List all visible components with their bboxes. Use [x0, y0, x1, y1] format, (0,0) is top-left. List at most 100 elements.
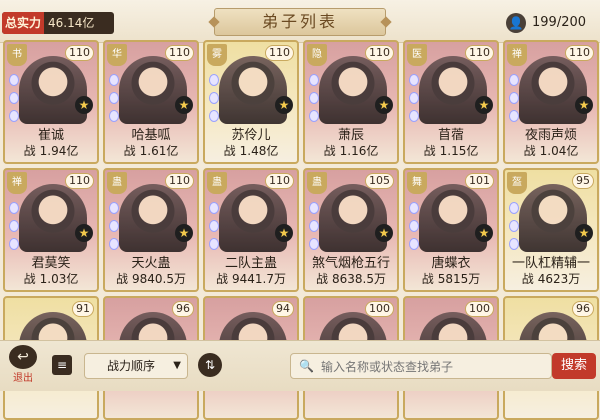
disciple-card[interactable]: 蛊 105 ★ 煞气烟枪五行 战 8638.5万: [303, 168, 399, 292]
disciple-card[interactable]: 华 110 ★ 哈基呱 战 1.61亿: [103, 40, 199, 164]
level-badge: 110: [365, 45, 394, 61]
search-input[interactable]: [319, 356, 549, 378]
star-icon: ★: [275, 224, 293, 242]
disciple-name: 唐蝶衣: [431, 256, 471, 271]
elements-icon: [9, 202, 19, 256]
disciple-card[interactable]: 禅 110 ★ 夜雨声烦 战 1.04亿: [503, 40, 599, 164]
star-icon: ★: [75, 224, 93, 242]
drop-icon: [309, 110, 319, 122]
drop-icon: [509, 110, 519, 122]
power-stat: 战 9840.5万: [105, 270, 197, 288]
star-icon: ★: [475, 224, 493, 242]
faction-badge: 禅: [7, 172, 27, 194]
sort-direction-button[interactable]: ⇅: [198, 353, 222, 377]
drop-icon: [409, 202, 419, 214]
faction-badge: 医: [407, 44, 427, 66]
disciple-card[interactable]: 雾 110 ★ 苏伶儿 战 1.48亿: [203, 40, 299, 164]
star-icon: ★: [175, 96, 193, 114]
disciple-count: 👤 199/200: [506, 12, 596, 34]
faction-badge: 雾: [207, 44, 227, 66]
power-stat: 战 1.15亿: [405, 142, 497, 160]
power-label: 战: [115, 272, 128, 286]
drop-icon: [509, 202, 519, 214]
elements-icon: [509, 202, 519, 256]
level-badge: 110: [165, 45, 194, 61]
power-stat: 战 8638.5万: [305, 270, 397, 288]
elements-icon: [9, 74, 19, 128]
faction-badge: 蛊: [307, 172, 327, 194]
power-value: 4623万: [537, 272, 581, 286]
elements-icon: [209, 74, 219, 128]
drop-icon: [409, 110, 419, 122]
power-label: 战: [215, 272, 228, 286]
drop-icon: [309, 74, 319, 86]
power-stat: 战 9441.7万: [205, 270, 297, 288]
level-badge: 100: [465, 301, 494, 317]
power-label: 战: [223, 144, 236, 158]
elements-icon: [209, 202, 219, 256]
top-bar: 总实力 46.14亿 弟子列表 👤 199/200: [0, 0, 600, 43]
disciple-card[interactable]: 蛊 110 ★ 二队主蛊 战 9441.7万: [203, 168, 299, 292]
disciple-name: 萧辰: [337, 128, 364, 143]
star-icon: ★: [375, 96, 393, 114]
level-badge: 95: [572, 173, 594, 189]
power-stat: 战 1.94亿: [5, 142, 97, 160]
bottom-bar: ↩ 退出 ≡ 战力顺序 ▼ ⇅ 🔍 搜索: [0, 340, 600, 391]
page-title: 弟子列表: [214, 8, 386, 36]
portrait: [19, 184, 87, 252]
filter-button[interactable]: ≡: [52, 355, 72, 375]
exit-icon: ↩: [9, 345, 37, 369]
disciple-card[interactable]: 医 110 ★ 苜蓿 战 1.15亿: [403, 40, 499, 164]
search-button[interactable]: 搜索: [552, 353, 596, 379]
elements-icon: [409, 202, 419, 256]
drop-icon: [309, 92, 319, 104]
exit-label: 退出: [13, 373, 33, 384]
disciple-grid: 书 110 ★ 崔诚 战 1.94亿 华 110 ★ 哈基呱 战 1.61亿 雾 1…: [0, 40, 600, 420]
search-box: 🔍: [290, 353, 552, 379]
portrait: [119, 184, 187, 252]
disciple-card[interactable]: 禅 110 ★ 君莫笑 战 1.03亿: [3, 168, 99, 292]
level-badge: 110: [265, 45, 294, 61]
power-value: 1.61亿: [139, 144, 179, 158]
disciple-name: 夜雨声烦: [524, 128, 577, 143]
drop-icon: [9, 238, 19, 250]
level-badge: 96: [572, 301, 594, 317]
disciple-name: 崔诚: [37, 128, 64, 143]
disciple-card[interactable]: 盔 95 ★ 一队杠精辅一 战 4623万: [503, 168, 599, 292]
elements-icon: [309, 202, 319, 256]
elements-icon: [409, 74, 419, 128]
disciple-card[interactable]: 隐 110 ★ 萧辰 战 1.16亿: [303, 40, 399, 164]
level-badge: 96: [172, 301, 194, 317]
filter-icon: ≡: [56, 358, 68, 372]
drop-icon: [209, 202, 219, 214]
exit-button[interactable]: ↩ 退出: [4, 345, 42, 385]
star-icon: ★: [575, 96, 593, 114]
level-badge: 110: [265, 173, 294, 189]
star-icon: ★: [375, 224, 393, 242]
drop-icon: [109, 238, 119, 250]
power-label: 战: [521, 272, 534, 286]
power-label: 战: [323, 144, 336, 158]
portrait: [219, 184, 287, 252]
sort-label: 战力顺序: [107, 359, 156, 373]
disciple-card[interactable]: 蛊 110 ★ 天火蛊 战 9840.5万: [103, 168, 199, 292]
power-stat: 战 1.48亿: [205, 142, 297, 160]
total-power-value: 46.14亿: [48, 16, 95, 30]
power-stat: 战 1.16亿: [305, 142, 397, 160]
disciple-card[interactable]: 舞 101 ★ 唐蝶衣 战 5815万: [403, 168, 499, 292]
disciple-name: 天火蛊: [131, 256, 171, 271]
level-badge: 101: [465, 173, 494, 189]
sort-dropdown[interactable]: 战力顺序 ▼: [84, 353, 188, 379]
power-label: 战: [423, 144, 436, 158]
level-badge: 110: [565, 45, 594, 61]
portrait: [319, 184, 387, 252]
disciple-card[interactable]: 书 110 ★ 崔诚 战 1.94亿: [3, 40, 99, 164]
disciple-count-text: 199/200: [532, 15, 587, 30]
drop-icon: [209, 110, 219, 122]
drop-icon: [309, 238, 319, 250]
elements-icon: [509, 74, 519, 128]
elements-icon: [309, 74, 319, 128]
portrait: [119, 56, 187, 124]
power-value: 5815万: [437, 272, 481, 286]
drop-icon: [109, 92, 119, 104]
